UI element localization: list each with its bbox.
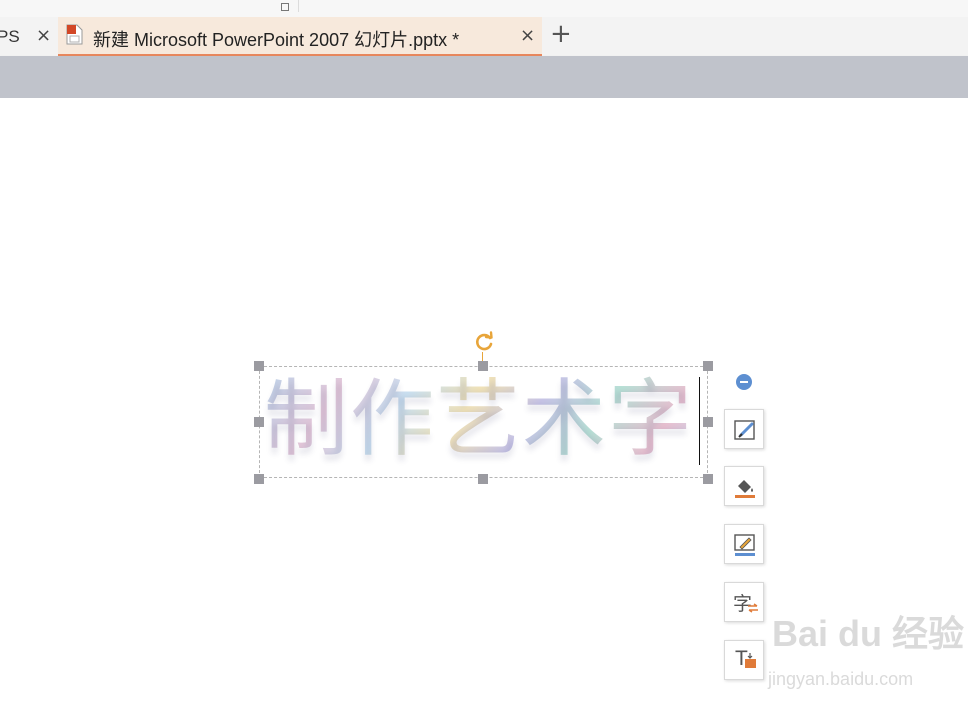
divider	[298, 0, 299, 12]
watermark: Bai du 经验 jingyan.baidu.com	[768, 605, 968, 695]
text-box-button[interactable]: T	[724, 640, 764, 680]
restore-icon[interactable]	[281, 3, 289, 11]
resize-handle-top[interactable]	[478, 361, 488, 371]
outline-color-button[interactable]	[724, 524, 764, 564]
close-icon[interactable]: ×	[36, 25, 51, 46]
tab-label: PS	[0, 26, 20, 46]
watermark-url: jingyan.baidu.com	[768, 669, 914, 689]
resize-handle-bottom-right[interactable]	[703, 474, 713, 484]
tab-previous[interactable]: PS ×	[0, 17, 57, 56]
window-top-strip	[0, 0, 968, 17]
resize-handle-left[interactable]	[254, 417, 264, 427]
watermark-logo: Bai du 经验	[772, 613, 965, 654]
tab-bar: PS × 新建 Microsoft PowerPoint 2007 幻灯片.pp…	[0, 17, 968, 56]
pptx-file-icon	[66, 24, 83, 45]
close-icon[interactable]: ×	[520, 25, 535, 46]
new-tab-button[interactable]: +	[550, 19, 572, 49]
fill-color-button[interactable]	[724, 466, 764, 506]
minus-circle-icon[interactable]	[736, 374, 752, 390]
resize-handle-bottom-left[interactable]	[254, 474, 264, 484]
text-effects-button[interactable]: 字	[724, 582, 764, 622]
word-art-text[interactable]: 制作艺术字	[264, 369, 694, 469]
resize-handle-bottom[interactable]	[478, 474, 488, 484]
resize-handle-top-left[interactable]	[254, 361, 264, 371]
rotate-handle-icon[interactable]	[473, 331, 495, 353]
toolbar-band	[0, 56, 968, 98]
tab-label: 新建 Microsoft PowerPoint 2007 幻灯片.pptx *	[93, 30, 460, 50]
tab-active-document[interactable]: 新建 Microsoft PowerPoint 2007 幻灯片.pptx * …	[58, 17, 542, 56]
resize-handle-top-right[interactable]	[703, 361, 713, 371]
resize-handle-right[interactable]	[703, 417, 713, 427]
text-cursor	[699, 377, 700, 465]
shape-style-button[interactable]	[724, 409, 764, 449]
text-wrap-icon	[745, 653, 756, 668]
swap-arrows-icon	[748, 603, 758, 613]
